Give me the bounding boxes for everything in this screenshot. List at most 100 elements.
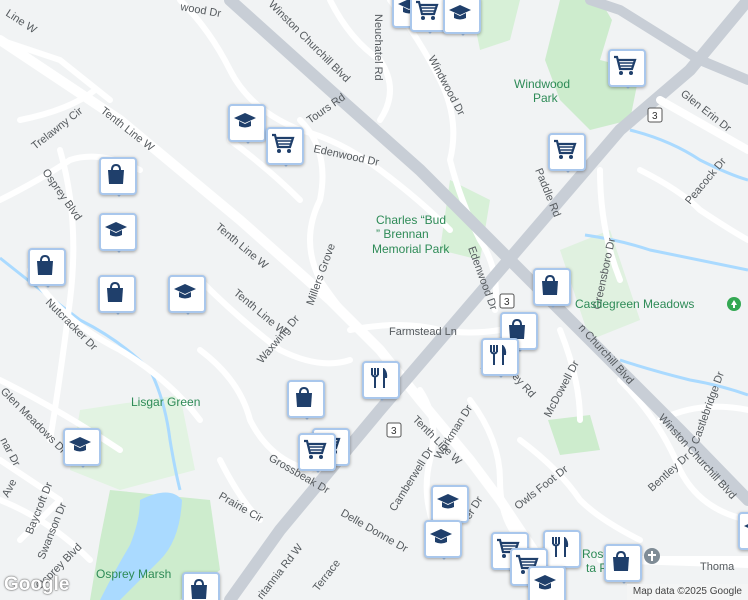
route-shield-icon: 3 <box>386 422 402 438</box>
svg-text:3: 3 <box>652 111 658 122</box>
grocery-cart-icon <box>304 439 327 459</box>
marker-shopping[interactable] <box>98 275 136 319</box>
svg-text:Neuchatel Rd: Neuchatel Rd <box>372 14 384 81</box>
shopping-bag-icon <box>107 281 123 302</box>
marker-shopping[interactable] <box>533 268 571 312</box>
marker-school[interactable] <box>424 520 462 564</box>
street-label: Osprey Blvd <box>40 167 84 223</box>
svg-text:Terrace: Terrace <box>311 558 343 594</box>
school-icon <box>437 494 459 509</box>
marker-school[interactable] <box>63 428 101 472</box>
marker-school[interactable] <box>228 104 266 148</box>
street-label: Line W <box>3 7 39 36</box>
park-label: Castlegreen Meadows <box>575 297 694 311</box>
svg-text:Tenth Line W: Tenth Line W <box>98 105 156 154</box>
park-label: Osprey Marsh <box>96 567 171 581</box>
grocery-cart-icon <box>272 133 295 153</box>
svg-text:Park: Park <box>533 91 559 105</box>
svg-text:Osprey Blvd: Osprey Blvd <box>40 167 84 223</box>
marker-grocery[interactable] <box>266 127 304 171</box>
street-label: Owls Foot Dr <box>512 463 570 512</box>
marker-restaurant[interactable] <box>362 361 400 405</box>
street-label: Bentley Dr <box>646 451 692 495</box>
marker-shopping[interactable] <box>99 157 137 201</box>
svg-text:wood Dr: wood Dr <box>178 1 222 20</box>
marker-restaurant[interactable] <box>481 338 519 382</box>
place-of-worship-icon <box>644 548 660 564</box>
svg-text:Osprey Marsh: Osprey Marsh <box>96 567 171 581</box>
svg-text:Tours Rd: Tours Rd <box>305 91 348 126</box>
school-icon <box>430 529 452 544</box>
svg-text:Lisgar Green: Lisgar Green <box>131 395 200 409</box>
park-label: Memorial Park <box>372 242 450 256</box>
park-label: Park <box>533 91 559 105</box>
street-label: Tours Rd <box>305 91 348 126</box>
shopping-bag-icon <box>37 254 53 275</box>
marker-school[interactable] <box>99 213 137 257</box>
svg-text:Bentley Dr: Bentley Dr <box>646 451 692 495</box>
park-label: ” Brennan <box>376 227 429 241</box>
svg-text:Charles “Bud: Charles “Bud <box>376 213 446 227</box>
marker-school[interactable] <box>738 512 748 556</box>
map-attribution[interactable]: Map data ©2025 Google <box>626 584 748 600</box>
school-icon <box>234 113 256 128</box>
svg-text:Windwood: Windwood <box>514 77 570 91</box>
svg-text:Delle Donne Dr: Delle Donne Dr <box>339 507 410 555</box>
svg-text:Owls Foot Dr: Owls Foot Dr <box>512 463 570 512</box>
google-logo: Google <box>4 574 70 595</box>
svg-text:3: 3 <box>504 297 510 308</box>
street-label: Thoma <box>700 561 735 573</box>
street-label: Delle Donne Dr <box>339 507 410 555</box>
marker-grocery[interactable] <box>548 133 586 177</box>
school-icon <box>449 5 471 20</box>
shopping-bag-icon <box>108 163 124 184</box>
marker-shopping[interactable] <box>604 544 642 588</box>
street-label: Neuchatel Rd <box>372 14 384 81</box>
grocery-cart-icon <box>614 55 637 75</box>
park-label: Charles “Bud <box>376 213 446 227</box>
map-canvas[interactable]: wood Dr Line W Trelawny Cir Tenth Line W… <box>0 0 748 600</box>
route-shield-icon: 3 <box>499 293 515 309</box>
restaurant-icon <box>490 345 507 365</box>
svg-text:Memorial Park: Memorial Park <box>372 242 450 256</box>
svg-text:Ave: Ave <box>0 477 19 499</box>
marker-school[interactable] <box>168 275 206 319</box>
park-label: Windwood <box>514 77 570 91</box>
street-label: Windwood Dr <box>425 54 467 118</box>
svg-text:Tenth Line W: Tenth Line W <box>213 221 270 272</box>
school-icon <box>105 222 127 237</box>
svg-text:Farmstead Ln: Farmstead Ln <box>389 326 457 338</box>
street-label: Ave <box>0 477 19 499</box>
marker-school[interactable] <box>443 0 481 40</box>
park-pin-icon <box>727 297 741 311</box>
shopping-bag-icon <box>613 550 629 571</box>
marker-grocery[interactable] <box>608 49 646 93</box>
school-icon <box>174 284 196 299</box>
svg-text:Castlegreen Meadows: Castlegreen Meadows <box>575 297 694 311</box>
street-label: wood Dr <box>178 1 222 20</box>
svg-text:Thoma: Thoma <box>700 561 735 573</box>
restaurant-icon <box>371 368 388 388</box>
street-label: Tenth Line W <box>98 105 156 154</box>
shopping-bag-icon <box>191 578 207 599</box>
marker-shopping[interactable] <box>28 248 66 292</box>
shopping-bag-icon <box>296 386 312 407</box>
school-icon <box>69 437 91 452</box>
street-label: Farmstead Ln <box>389 326 457 338</box>
grocery-cart-icon <box>416 0 439 20</box>
svg-text:Windwood Dr: Windwood Dr <box>425 54 467 118</box>
grocery-cart-icon <box>554 139 577 159</box>
street-label: Tenth Line W <box>213 221 270 272</box>
school-icon <box>744 524 748 528</box>
marker-shopping[interactable] <box>182 572 220 600</box>
green-patch <box>548 415 600 455</box>
marker-shopping[interactable] <box>287 380 325 424</box>
svg-text:3: 3 <box>391 426 397 437</box>
street-label: Terrace <box>311 558 343 594</box>
marker-school[interactable] <box>528 566 566 600</box>
marker-grocery[interactable] <box>298 433 336 477</box>
shopping-bag-icon <box>542 274 558 295</box>
svg-text:” Brennan: ” Brennan <box>376 227 429 241</box>
restaurant-icon <box>552 537 569 557</box>
svg-text:Line W: Line W <box>3 7 39 36</box>
